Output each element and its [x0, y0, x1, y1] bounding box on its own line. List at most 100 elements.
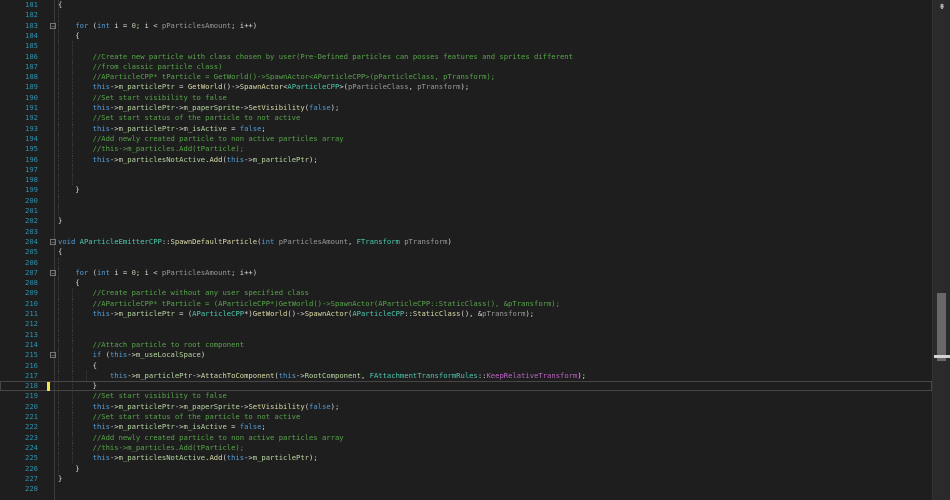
code-line[interactable]: 203 [0, 227, 932, 237]
code-text[interactable]: //Set start status of the particle to no… [58, 412, 301, 422]
code-token: ); [577, 370, 586, 380]
code-line[interactable]: 198 [0, 175, 932, 186]
code-text[interactable]: this->m_particlePtr->m_paperSprite->SetV… [58, 103, 340, 113]
code-line[interactable]: 218 } [0, 381, 932, 392]
code-line[interactable]: 188 //AParticleCPP* tParticle = GetWorld… [0, 72, 932, 83]
collapse-toggle-icon[interactable]: − [50, 352, 56, 359]
code-text[interactable]: for (int i = 0; i < pParticlesAmount; i+… [58, 21, 257, 31]
code-line[interactable]: 186 //Create new particle with class cho… [0, 51, 932, 62]
code-line[interactable]: 227} [0, 474, 932, 484]
code-text[interactable]: //this->m_particles.Add(tParticle); [58, 443, 244, 453]
code-line[interactable]: 184 { [0, 30, 932, 42]
code-text[interactable]: this->m_particlePtr->m_isActive = false; [58, 124, 266, 134]
code-line[interactable]: 220 this->m_particlePtr->m_paperSprite->… [0, 401, 932, 412]
code-text[interactable]: //from classic particle class) [58, 62, 223, 72]
code-line[interactable]: 223 //Add newly created particle to non … [0, 432, 932, 443]
code-text[interactable]: { [58, 278, 79, 288]
code-token: m_particlePtr [252, 154, 310, 164]
code-line[interactable]: 192 //Set start status of the particle t… [0, 113, 932, 124]
code-text[interactable]: } [58, 464, 79, 474]
code-line[interactable]: 222 this->m_particlePtr->m_isActive = fa… [0, 422, 932, 433]
code-line[interactable]: 217 this->m_particlePtr->AttachToCompone… [0, 370, 932, 382]
code-text[interactable]: } [58, 381, 97, 391]
code-line[interactable]: 183 − for (int i = 0; i < pParticlesAmoun… [0, 20, 932, 31]
code-text[interactable]: //Create particle without any user speci… [58, 288, 309, 298]
code-text[interactable]: //this->m_particles.Add(tParticle); [58, 144, 244, 154]
code-text[interactable]: this->m_particlePtr->AttachToComponent(t… [58, 371, 586, 381]
code-line[interactable]: 214 //Attach particle to root component [0, 339, 932, 351]
code-line[interactable]: 209 //Create particle without any user s… [0, 288, 932, 299]
code-line[interactable]: 224 //this->m_particles.Add(tParticle); [0, 442, 932, 454]
code-text[interactable]: //Add newly created particle to non acti… [58, 433, 344, 443]
split-editor-icon[interactable]: ⇟ [936, 2, 948, 12]
line-number: 184 [25, 30, 38, 40]
code-line[interactable]: 185 [0, 41, 932, 52]
code-text[interactable]: void AParticleEmitterCPP::SpawnDefaultPa… [58, 237, 452, 247]
code-text[interactable]: { [58, 247, 62, 257]
code-text[interactable]: this->m_particlePtr = GetWorld()->SpawnA… [58, 82, 470, 92]
code-line[interactable]: 204 − void AParticleEmitterCPP::SpawnDefau… [0, 237, 932, 247]
code-text[interactable]: //AParticleCPP* tParticle = (AParticleCP… [58, 299, 560, 309]
code-text[interactable]: this->m_particlePtr->m_paperSprite->SetV… [58, 402, 340, 412]
code-line[interactable]: 213 [0, 329, 932, 340]
code-line[interactable]: 208 { [0, 278, 932, 289]
code-line[interactable]: 205 { [0, 247, 932, 257]
code-text[interactable]: //Set start visibility to false [58, 391, 227, 401]
code-text[interactable]: if (this->m_useLocalSpace) [58, 350, 206, 360]
code-text[interactable]: for (int i = 0; i < pParticlesAmount; i+… [58, 268, 257, 278]
code-line[interactable]: 196 this->m_particlesNotActive.Add(this-… [0, 154, 932, 165]
code-text[interactable]: { [58, 361, 97, 371]
code-text[interactable]: } [58, 185, 79, 195]
code-text[interactable]: } [58, 474, 62, 484]
code-line[interactable]: 215 − if (this->m_useLocalSpace) [0, 350, 932, 361]
code-line[interactable]: 181 { [0, 0, 932, 11]
code-text[interactable]: //AParticleCPP* tParticle = GetWorld()->… [58, 72, 495, 82]
code-text[interactable]: { [58, 0, 62, 10]
code-text[interactable]: this->m_particlePtr->m_isActive = false; [58, 422, 266, 432]
code-line[interactable]: 225 this->m_particlesNotActive.Add(this-… [0, 453, 932, 464]
code-line[interactable]: 197 [0, 164, 932, 176]
code-token: AParticleEmitterCPP [79, 236, 162, 246]
code-line[interactable]: 187 //from classic particle class) [0, 61, 932, 73]
code-editor[interactable]: 181 {182 183 − for (int i = 0; i < pParticl… [0, 0, 932, 500]
code-text[interactable]: //Set start status of the particle to no… [58, 113, 301, 123]
code-line[interactable]: 211 this->m_particlePtr = (AParticleCPP*… [0, 309, 932, 320]
code-text[interactable]: //Set start visibility to false [58, 93, 227, 103]
code-line[interactable]: 190 //Set start visibility to false [0, 92, 932, 103]
code-line[interactable]: 189 this->m_particlePtr = GetWorld()->Sp… [0, 82, 932, 93]
code-token: ; [261, 123, 266, 133]
code-line[interactable]: 191 this->m_particlePtr->m_paperSprite->… [0, 103, 932, 114]
code-line[interactable]: 200 [0, 195, 932, 206]
code-line[interactable]: 210 //AParticleCPP* tParticle = (APartic… [0, 298, 932, 309]
code-line[interactable]: 228 [0, 484, 932, 494]
scrollbar-thumb[interactable] [937, 293, 946, 361]
code-text[interactable]: //Create new particle with class chosen … [58, 52, 573, 62]
code-line[interactable]: 199 } [0, 185, 932, 196]
code-line[interactable]: 202} [0, 216, 932, 226]
code-text[interactable]: //Attach particle to root component [58, 340, 244, 350]
code-line[interactable]: 194 //Add newly created particle to non … [0, 133, 932, 145]
code-line[interactable]: 219 //Set start visibility to false [0, 391, 932, 402]
code-line[interactable]: 221 //Set start status of the particle t… [0, 412, 932, 423]
collapse-toggle-icon[interactable]: − [50, 269, 56, 276]
code-text[interactable]: this->m_particlesNotActive.Add(this->m_p… [58, 453, 318, 463]
code-line[interactable]: 226 } [0, 463, 932, 474]
code-line[interactable]: 207 − for (int i = 0; i < pParticlesAmoun… [0, 267, 932, 279]
code-line[interactable]: 216 { [0, 360, 932, 371]
indent-guide [58, 329, 59, 340]
vertical-scrollbar[interactable]: ⇟ [932, 0, 950, 500]
code-line[interactable]: 201 [0, 206, 932, 217]
collapse-toggle-icon[interactable]: − [50, 22, 56, 29]
code-line[interactable]: 206 [0, 257, 932, 268]
code-text[interactable]: //Add newly created particle to non acti… [58, 134, 344, 144]
code-line[interactable]: 182 [0, 10, 932, 21]
code-line[interactable]: 212 [0, 319, 932, 330]
code-line[interactable]: 193 this->m_particlePtr->m_isActive = fa… [0, 123, 932, 134]
code-text[interactable]: { [58, 31, 79, 41]
collapse-toggle-icon[interactable]: − [50, 238, 56, 245]
code-line[interactable]: 195 //this->m_particles.Add(tParticle); [0, 144, 932, 155]
code-text[interactable]: this->m_particlePtr = (AParticleCPP*)Get… [58, 309, 534, 319]
code-text[interactable]: this->m_particlesNotActive.Add(this->m_p… [58, 155, 318, 165]
code-text[interactable]: } [58, 216, 62, 226]
